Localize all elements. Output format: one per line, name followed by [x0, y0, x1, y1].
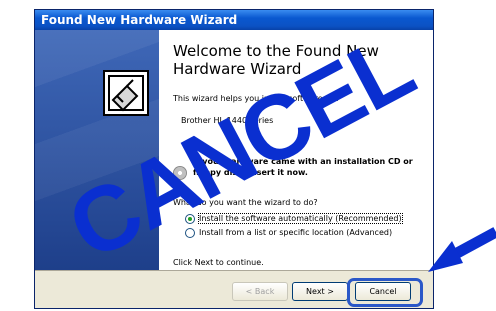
window-title: Found New Hardware Wizard [41, 13, 238, 27]
cancel-button-highlight [347, 278, 423, 307]
hardware-wizard-icon [103, 70, 149, 116]
wizard-side-panel [35, 30, 159, 270]
option-install-from-list-label[interactable]: Install from a list or specific location… [199, 228, 392, 237]
wizard-heading: Welcome to the Found New Hardware Wizard [173, 42, 379, 78]
cd-prompt: If your hardware came with an installati… [193, 157, 413, 177]
continue-hint: Click Next to continue. [173, 258, 264, 267]
pointer-arrow-icon [428, 227, 496, 272]
wizard-window: Found New Hardware Wizard Welcome to the… [34, 9, 434, 309]
title-bar: Found New Hardware Wizard [35, 10, 433, 30]
wizard-content: Welcome to the Found New Hardware Wizard… [159, 30, 433, 270]
radio-install-automatically[interactable] [185, 214, 195, 224]
radio-install-from-list[interactable] [185, 228, 195, 238]
cd-icon [173, 166, 187, 180]
question-text: What do you want the wizard to do? [173, 198, 318, 207]
option-install-automatically-label[interactable]: Install the software automatically (Reco… [198, 213, 403, 224]
intro-text: This wizard helps you install software f… [173, 94, 339, 103]
device-name: Brother HL-1440 series [181, 116, 274, 125]
back-button[interactable]: < Back [232, 282, 288, 301]
next-button[interactable]: Next > [292, 282, 348, 301]
